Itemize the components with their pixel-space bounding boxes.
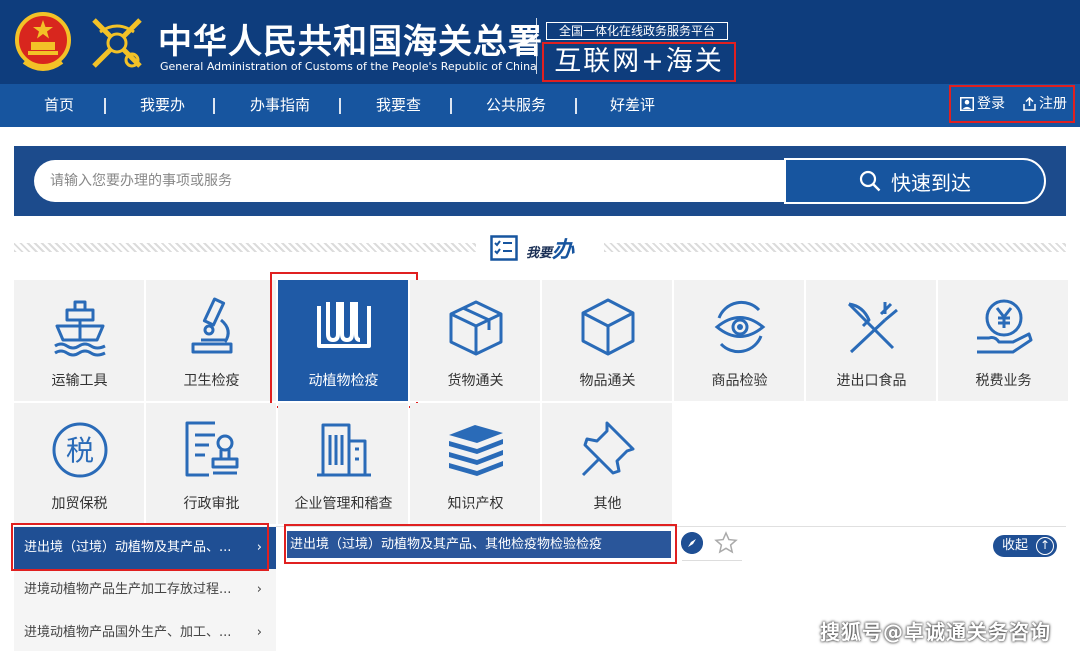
tile-label: 物品通关 (579, 373, 636, 389)
nav-separator (450, 98, 452, 114)
quick-reach-label: 快速到达 (891, 170, 971, 195)
tile-plant-animal-quarantine[interactable]: 动植物检疫 (278, 280, 409, 402)
login-link[interactable]: 登录 (960, 87, 1005, 121)
collapse-button[interactable]: 收起 ↑ (993, 535, 1057, 557)
tile-label: 其他 (593, 496, 622, 512)
tile-goods-clearance[interactable]: 货物通关 (410, 280, 541, 402)
tile-administrative-approval[interactable]: 行政审批 (146, 403, 277, 525)
tile-label: 加贸保税 (51, 496, 108, 512)
chevron-right-icon: › (256, 625, 262, 640)
section-stripe-right (604, 243, 1066, 252)
tile-health-quarantine[interactable]: 卫生检疫 (146, 280, 277, 402)
section-heading: 我要办 (490, 232, 574, 264)
divider (682, 560, 742, 561)
collapse-label: 收起 (1002, 538, 1029, 553)
tile-label: 商品检验 (711, 373, 768, 389)
search-icon (859, 170, 881, 192)
site-title-cn: 中华人民共和国海关总署 (158, 22, 543, 62)
nav-separator (339, 98, 341, 114)
customs-logo-icon (92, 18, 142, 68)
nav-item-guide[interactable]: 办事指南 (250, 84, 310, 127)
upload-icon (1023, 97, 1036, 111)
register-label: 注册 (1039, 96, 1067, 112)
tile-label: 运输工具 (51, 373, 108, 389)
microscope-icon (191, 297, 233, 354)
chevron-right-icon: › (256, 582, 262, 597)
books-icon (449, 425, 503, 476)
nav-separator (213, 98, 215, 114)
tile-label: 货物通关 (447, 373, 504, 389)
sub-item[interactable]: 进境动植物产品生产加工存放过程... › (14, 569, 276, 611)
header-divider (536, 18, 537, 74)
site-title-en: General Administration of Customs of the… (160, 60, 537, 73)
page: 中华人民共和国海关总署 General Administration of Cu… (0, 0, 1080, 651)
service-item-link[interactable]: 进出境（过境）动植物及其产品、其他检疫物检验检疫 (287, 531, 671, 558)
tile-label: 进出口食品 (836, 373, 907, 389)
sub-item-label: 进境动植物产品国外生产、加工、... (24, 625, 232, 640)
svg-text:税: 税 (66, 434, 94, 467)
approval-stamp-icon (185, 421, 239, 477)
tile-articles-clearance[interactable]: 物品通关 (542, 280, 673, 402)
site-header: 中华人民共和国海关总署 General Administration of Cu… (0, 0, 1080, 84)
section-title: 我要办 (526, 232, 574, 264)
watermark: 搜狐号@卓诚通关务咨询 (820, 620, 1051, 644)
tile-commodity-inspection[interactable]: 商品检验 (674, 280, 805, 402)
sub-item-active[interactable]: 进出境（过境）动植物及其产品、... › (14, 527, 276, 569)
tax-icon: 税 (52, 422, 108, 478)
nav-separator (575, 98, 577, 114)
yuan-hand-icon (977, 299, 1033, 354)
tile-label: 知识产权 (447, 496, 504, 512)
box-icon (449, 300, 503, 356)
nav-separator (104, 98, 106, 114)
sub-item-label: 进境动植物产品生产加工存放过程... (24, 582, 232, 597)
search-input[interactable] (34, 160, 788, 202)
register-link[interactable]: 注册 (1023, 87, 1067, 121)
checklist-icon (490, 235, 518, 261)
user-icon (960, 97, 974, 111)
login-label: 登录 (977, 96, 1005, 112)
tile-label: 动植物检疫 (278, 370, 409, 390)
chevron-right-icon: › (256, 540, 262, 555)
arrow-up-icon: ↑ (1036, 537, 1054, 555)
platform-tag: 全国一体化在线政务服务平台 (546, 22, 728, 40)
tile-bonded-processing[interactable]: 税 加贸保税 (14, 403, 145, 525)
sub-item[interactable]: 进境动植物产品国外生产、加工、... › (14, 612, 276, 651)
tile-import-export-food[interactable]: 进出口食品 (806, 280, 937, 402)
sub-item-label: 进出境（过境）动植物及其产品、... (24, 540, 232, 555)
main-nav: 首页 我要办 办事指南 我要查 公共服务 好差评 (0, 84, 1080, 127)
cube-icon (581, 298, 635, 356)
platform-name: 互联网+海关 (542, 42, 736, 82)
tile-label: 企业管理和稽查 (294, 496, 393, 512)
tile-label-text: 动植物检疫 (308, 373, 379, 389)
tile-intellectual-property[interactable]: 知识产权 (410, 403, 541, 525)
fork-knife-icon (847, 302, 898, 354)
tile-label: 税费业务 (975, 373, 1032, 389)
nav-item-query[interactable]: 我要查 (376, 84, 421, 127)
pin-icon (581, 421, 635, 477)
nav-item-home[interactable]: 首页 (44, 84, 74, 127)
auth-box: 登录 注册 (949, 85, 1075, 123)
tile-label: 卫生检疫 (183, 373, 240, 389)
building-icon (317, 423, 371, 477)
quick-reach-button[interactable]: 快速到达 (784, 158, 1046, 204)
section-stripe-left (14, 243, 476, 252)
eye-icon (714, 300, 766, 354)
ship-icon (54, 300, 106, 357)
test-tubes-icon (317, 302, 371, 348)
nav-item-review[interactable]: 好差评 (610, 84, 655, 127)
tile-transport[interactable]: 运输工具 (14, 280, 145, 402)
national-emblem-icon (15, 12, 71, 71)
nav-item-public-service[interactable]: 公共服务 (486, 84, 546, 127)
tile-label: 行政审批 (183, 496, 240, 512)
star-icon[interactable] (714, 531, 738, 555)
tile-other[interactable]: 其他 (542, 403, 673, 525)
tile-enterprise-management[interactable]: 企业管理和稽查 (278, 403, 409, 525)
compass-icon[interactable] (681, 532, 703, 554)
section-title-small: 我要 (526, 246, 553, 261)
section-title-big: 办 (552, 238, 575, 263)
nav-item-handle[interactable]: 我要办 (140, 84, 185, 127)
tile-tax-fees[interactable]: 税费业务 (938, 280, 1069, 402)
